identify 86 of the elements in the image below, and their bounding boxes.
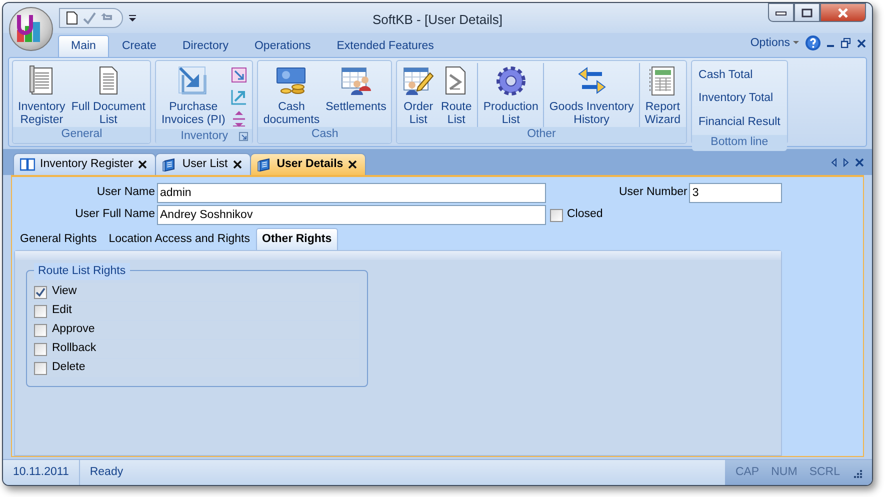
minimize-button[interactable] [768,3,794,22]
ribbon-link[interactable]: Inventory Total [698,90,780,108]
checkbox-label: View [52,284,77,300]
checkbox[interactable] [34,304,47,318]
key-indicator: NUM [771,464,798,480]
scroll-right-icon[interactable] [843,158,849,166]
ribbon-tab[interactable]: Main [58,35,109,57]
checkbox-label: Delete [52,360,86,376]
ribbon-button[interactable]: Cash documents [260,63,323,127]
input-field[interactable]: Andrey Soshnikov [157,205,546,225]
group-title: Cash [311,127,338,142]
window-title: SoftKB - [User Details] [371,11,504,29]
ribbon-link[interactable]: Cash Total [698,67,780,84]
ribbon-button[interactable]: Inventory Register [15,63,68,127]
resize-icon [230,66,248,84]
swap-arrows-icon [576,65,608,97]
minimize-icon [775,10,787,16]
restore-icon[interactable] [841,38,851,48]
input-field[interactable]: 3 [689,183,782,203]
ribbon-button[interactable]: Full Document List [68,63,148,127]
options-menu[interactable]: Options [750,34,799,52]
app-logo-icon[interactable] [9,7,53,51]
resize-grip-icon[interactable] [852,468,862,478]
arrow-frame-icon [177,65,210,97]
maximize-button[interactable] [794,3,820,22]
document-tab[interactable]: User List [155,153,251,175]
checkbox-label: Edit [52,303,72,318]
ribbon-button[interactable]: Report Wizard [638,63,684,127]
status-date: 10.11.2011 [3,460,80,485]
checkbox[interactable] [34,342,47,356]
ribbon-button[interactable]: Order List [399,63,438,127]
key-indicator: CAP [735,464,760,480]
close-icon[interactable] [348,160,358,169]
group-title: General [61,127,102,142]
checkbox-label: Rollback [52,341,96,356]
database-icon [256,158,272,172]
checkbox-label: Closed [567,207,603,222]
ribbon-link[interactable]: Financial Result [698,114,780,131]
close-icon[interactable] [232,160,242,169]
key-indicator: SCRL [809,464,840,480]
group-title: Inventory [180,129,228,144]
tab[interactable]: Other Rights [256,228,338,250]
ribbon-button[interactable]: Production List [477,63,542,127]
document-tab[interactable]: Inventory Register [13,153,156,175]
book-icon [20,158,35,171]
checkbox[interactable] [34,362,47,374]
maximize-icon [801,8,813,18]
people-table-icon [340,65,372,97]
table-pencil-icon [402,65,434,97]
group-title: Bottom line [710,135,768,150]
ribbon-button[interactable]: Settlements [322,63,390,114]
gear-icon [494,65,527,97]
document-tab[interactable]: User Details [250,153,366,175]
tab[interactable]: Location Access and Rights [102,228,256,250]
checkbox[interactable] [34,286,47,298]
dropdown-caret-icon[interactable] [129,14,137,22]
cash-card-icon [276,65,308,97]
help-icon[interactable] [805,35,821,52]
dialog-launcher-icon[interactable] [239,132,248,141]
checkmark-icon[interactable] [82,11,96,25]
input-field[interactable]: admin [157,183,546,203]
field-label: User Full Name [74,207,156,222]
checkbox[interactable] [34,324,47,336]
field-label: User Name [96,185,156,200]
ribbon-tab[interactable]: Directory [169,35,242,57]
group-title: Other [527,127,556,142]
tab[interactable]: General Rights [14,228,103,250]
checkbox-label: Approve [52,322,95,338]
status-text: Ready [88,464,124,480]
group-title: Route List Rights [34,263,130,280]
checkbox[interactable] [550,208,563,222]
caret-icon [793,41,799,46]
close-button[interactable] [820,3,866,22]
ribbon-tab[interactable]: Operations [241,35,324,57]
database-icon [162,158,178,172]
ribbon-tab[interactable]: Extended Features [324,35,447,57]
ribbon-tab[interactable]: Create [108,35,170,57]
expand-arrow-icon [230,88,248,106]
scroll-left-icon[interactable] [831,158,837,166]
new-document-icon[interactable] [66,11,78,25]
ribbon-button[interactable]: Purchase Invoices (PI) [158,63,228,127]
close-icon [837,8,849,18]
close-icon[interactable] [138,160,148,169]
field-label: User Number [619,185,688,200]
ribbon-button[interactable]: Route List [437,63,476,127]
close-icon[interactable] [857,38,866,48]
